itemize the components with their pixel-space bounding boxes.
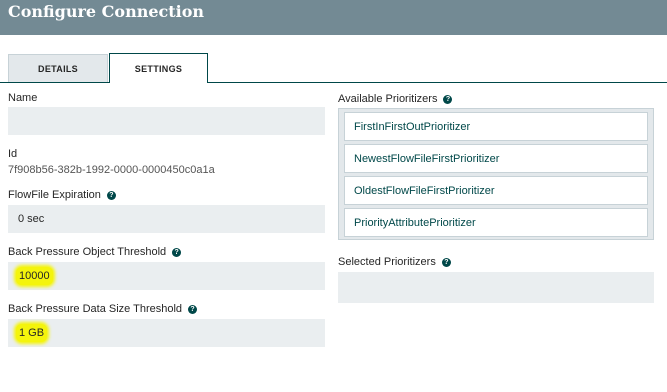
prioritizer-item[interactable]: OldestFlowFileFirstPrioritizer: [344, 176, 648, 205]
tab-divider: [0, 82, 667, 83]
prioritizer-item[interactable]: FirstInFirstOutPrioritizer: [344, 112, 648, 141]
available-prioritizers-list: FirstInFirstOutPrioritizer NewestFlowFil…: [338, 108, 654, 240]
bp-size-label: Back Pressure Data Size Threshold?: [8, 303, 198, 315]
name-label: Name: [8, 92, 38, 104]
tab-divider-gap: [110, 82, 207, 83]
expiration-label: FlowFile Expiration?: [8, 189, 116, 201]
bp-object-value: 10000: [16, 267, 53, 285]
help-icon[interactable]: ?: [106, 191, 116, 200]
id-value: 7f908b56-382b-1992-0000-0000450c0a1a: [8, 164, 215, 176]
selected-prioritizers-dropzone[interactable]: [338, 272, 654, 303]
bp-size-input[interactable]: 1 GB: [8, 319, 325, 347]
dialog-header: Configure Connection: [0, 0, 667, 35]
tab-details[interactable]: DETAILS: [8, 54, 108, 82]
prioritizer-item[interactable]: NewestFlowFileFirstPrioritizer: [344, 144, 648, 173]
selected-prioritizers-label: Selected Prioritizers?: [338, 256, 451, 268]
help-icon[interactable]: ?: [443, 95, 453, 104]
prioritizer-item[interactable]: PriorityAttributePrioritizer: [344, 208, 648, 237]
help-icon[interactable]: ?: [188, 305, 198, 314]
bp-size-value: 1 GB: [16, 324, 48, 342]
expiration-input[interactable]: 0 sec: [8, 205, 325, 233]
expiration-value: 0 sec: [18, 213, 45, 225]
help-icon[interactable]: ?: [172, 248, 182, 257]
available-prioritizers-label: Available Prioritizers?: [338, 93, 453, 105]
tab-settings[interactable]: SETTINGS: [109, 53, 208, 83]
help-icon[interactable]: ?: [441, 258, 451, 267]
bp-object-input[interactable]: 10000: [8, 262, 325, 290]
id-label: Id: [8, 148, 18, 160]
name-input[interactable]: [8, 107, 325, 135]
dialog-title: Configure Connection: [8, 2, 205, 21]
bp-object-label: Back Pressure Object Threshold?: [8, 246, 182, 258]
